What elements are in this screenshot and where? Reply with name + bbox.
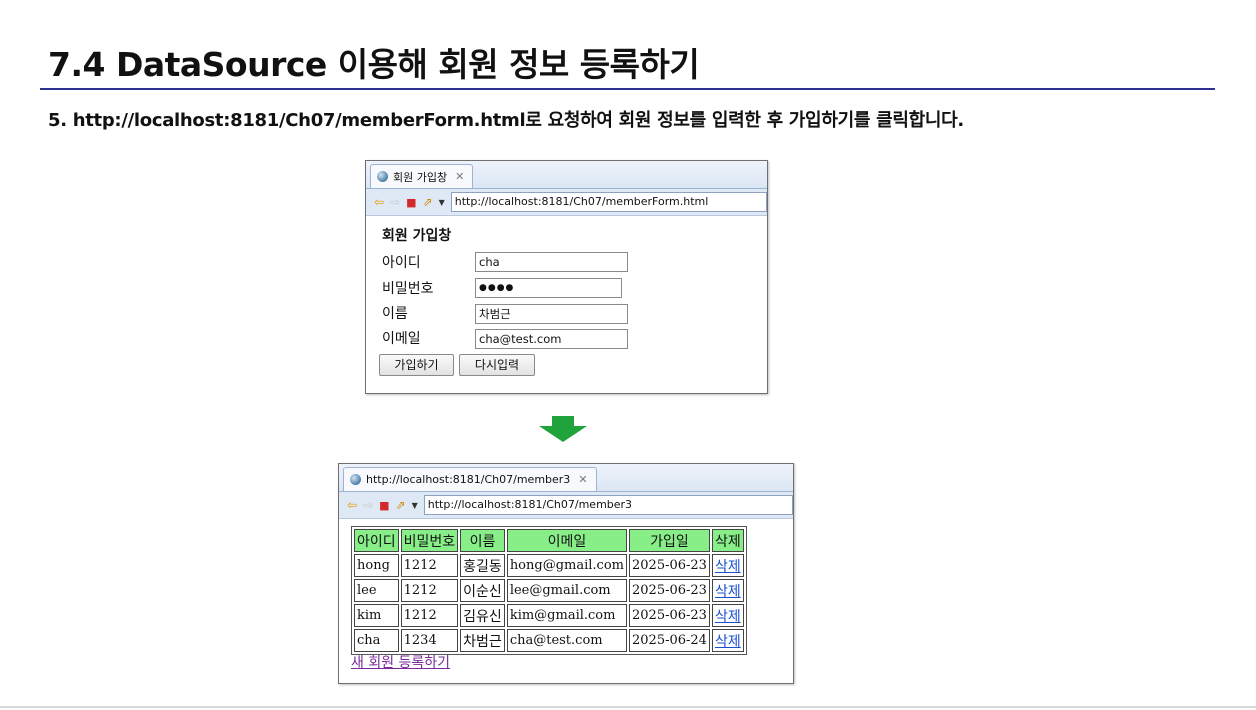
url-bar[interactable]: http://localhost:8181/Ch07/member3 (423, 495, 793, 515)
name-label: 이름 (382, 306, 408, 322)
back-arrow-icon[interactable]: ⇦ (347, 499, 357, 511)
password-input[interactable]: ●●●● (475, 278, 622, 298)
table-header-row: 아이디 비밀번호 이름 이메일 가입일 삭제 (354, 529, 744, 552)
nav-bar: ⇦ ⇨ ■ ⇗ ▼ http://localhost:8181/Ch07/mem… (339, 492, 793, 519)
nav-bar: ⇦ ⇨ ■ ⇗ ▼ http://localhost:8181/Ch07/mem… (366, 189, 767, 216)
table-row: cha 1234 차범근 cha@test.com 2025-06-24 삭제 (354, 629, 744, 652)
tab-label: 회원 가입창 (393, 170, 448, 184)
form-browser-window: 회원 가입창 ✕ ⇦ ⇨ ■ ⇗ ▼ http://localhost:8181… (365, 160, 768, 394)
cell-name: 홍길동 (460, 554, 505, 577)
cell-name: 차범근 (460, 629, 505, 652)
table-row: kim 1212 김유신 kim@gmail.com 2025-06-23 삭제 (354, 604, 744, 627)
tab-bar: http://localhost:8181/Ch07/member3 ✕ (339, 464, 793, 492)
cell-password: 1212 (400, 579, 459, 602)
reset-button[interactable]: 다시입력 (459, 354, 535, 376)
column-header: 가입일 (629, 529, 710, 552)
email-input[interactable]: cha@test.com (475, 329, 628, 349)
column-header: 이름 (460, 529, 505, 552)
cell-email: hong@gmail.com (506, 554, 627, 577)
cell-delete: 삭제 (711, 554, 744, 577)
cell-delete: 삭제 (711, 629, 744, 652)
column-header: 삭제 (711, 529, 744, 552)
step-instruction: 5. http://localhost:8181/Ch07/memberForm… (48, 110, 964, 131)
cell-delete: 삭제 (711, 579, 744, 602)
table-row: lee 1212 이순신 lee@gmail.com 2025-06-23 삭제 (354, 579, 744, 602)
forward-arrow-icon[interactable]: ⇨ (390, 196, 400, 208)
cell-email: kim@gmail.com (506, 604, 627, 627)
title-rule (40, 88, 1215, 90)
new-member-link[interactable]: 새 회원 등록하기 (351, 652, 450, 672)
cell-password: 1212 (400, 604, 459, 627)
column-header: 비밀번호 (400, 529, 459, 552)
cell-join-date: 2025-06-23 (629, 554, 710, 577)
column-header: 아이디 (354, 529, 399, 552)
table-row: hong 1212 홍길동 hong@gmail.com 2025-06-23 … (354, 554, 744, 577)
go-icon[interactable]: ⇗ (396, 499, 406, 511)
password-label: 비밀번호 (382, 281, 434, 297)
browser-tab[interactable]: http://localhost:8181/Ch07/member3 ✕ (343, 467, 597, 491)
cell-password: 1234 (400, 629, 459, 652)
result-browser-window: http://localhost:8181/Ch07/member3 ✕ ⇦ ⇨… (338, 463, 794, 684)
chevron-down-icon[interactable]: ▼ (412, 501, 418, 510)
form-heading: 회원 가입창 (382, 228, 452, 244)
stop-icon[interactable]: ■ (379, 500, 389, 511)
cell-delete: 삭제 (711, 604, 744, 627)
delete-link[interactable]: 삭제 (715, 609, 741, 625)
browser-tab[interactable]: 회원 가입창 ✕ (370, 164, 474, 188)
id-label: 아이디 (382, 255, 421, 271)
cell-password: 1212 (400, 554, 459, 577)
go-icon[interactable]: ⇗ (423, 196, 433, 208)
close-icon[interactable]: ✕ (455, 170, 464, 183)
cell-email: cha@test.com (506, 629, 627, 652)
cell-name: 김유신 (460, 604, 505, 627)
bottom-rule (0, 706, 1256, 708)
globe-icon (350, 474, 361, 485)
down-arrow-icon (539, 416, 587, 442)
cell-join-date: 2025-06-24 (629, 629, 710, 652)
cell-join-date: 2025-06-23 (629, 579, 710, 602)
back-arrow-icon[interactable]: ⇦ (374, 196, 384, 208)
cell-id: lee (354, 579, 399, 602)
cell-email: lee@gmail.com (506, 579, 627, 602)
email-label: 이메일 (382, 331, 421, 347)
globe-icon (377, 171, 388, 182)
column-header: 이메일 (506, 529, 627, 552)
tab-bar: 회원 가입창 ✕ (366, 161, 767, 189)
delete-link[interactable]: 삭제 (715, 559, 741, 575)
slide-title: 7.4 DataSource 이용해 회원 정보 등록하기 (48, 45, 700, 84)
delete-link[interactable]: 삭제 (715, 634, 741, 650)
tab-label: http://localhost:8181/Ch07/member3 (366, 473, 571, 486)
member-table: 아이디 비밀번호 이름 이메일 가입일 삭제 hong 1212 홍길동 hon… (351, 526, 747, 655)
chevron-down-icon[interactable]: ▼ (439, 198, 445, 207)
cell-id: kim (354, 604, 399, 627)
id-input[interactable]: cha (475, 252, 628, 272)
cell-name: 이순신 (460, 579, 505, 602)
cell-id: hong (354, 554, 399, 577)
delete-link[interactable]: 삭제 (715, 584, 741, 600)
cell-id: cha (354, 629, 399, 652)
cell-join-date: 2025-06-23 (629, 604, 710, 627)
name-input[interactable]: 차범근 (475, 304, 628, 324)
submit-button[interactable]: 가입하기 (379, 354, 454, 376)
close-icon[interactable]: ✕ (578, 473, 587, 486)
url-bar[interactable]: http://localhost:8181/Ch07/memberForm.ht… (450, 192, 767, 212)
forward-arrow-icon[interactable]: ⇨ (363, 499, 373, 511)
stop-icon[interactable]: ■ (406, 197, 416, 208)
